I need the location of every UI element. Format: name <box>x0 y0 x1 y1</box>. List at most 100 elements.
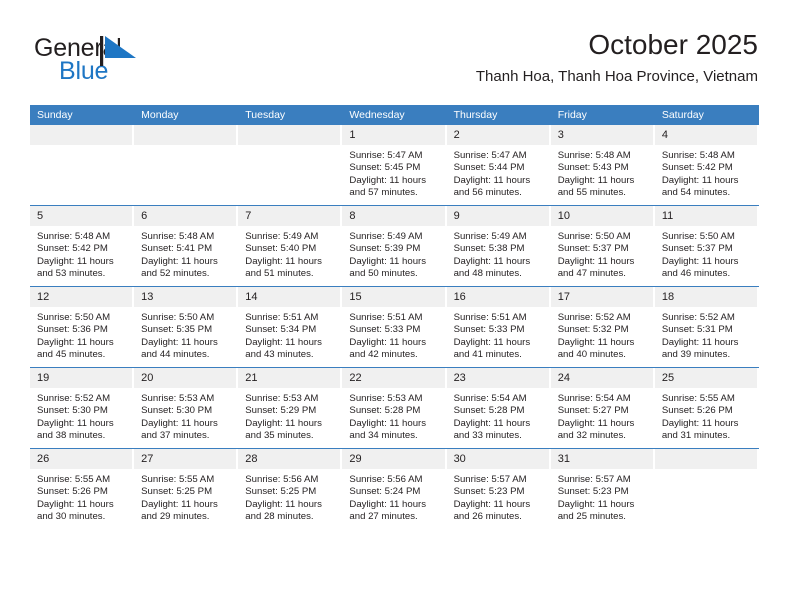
day-daylight-line2-text: and 48 minutes. <box>453 268 522 280</box>
calendar-day-cell[interactable]: 4 Sunrise: 5:48 AM Sunset: 5:42 PM Daylight… <box>654 125 759 206</box>
day-sunset-text: Sunset: 5:42 PM <box>661 162 733 174</box>
calendar-day-cell[interactable]: 25 Sunrise: 5:55 AM Sunset: 5:26 PM Dayligh… <box>654 367 759 449</box>
day-daylight-line2-text: and 50 minutes. <box>349 268 418 280</box>
day-daylight-line1-text: Daylight: 11 hours <box>661 417 739 429</box>
day-details: Sunrise: 5:49 AM Sunset: 5:40 PM Daylight:… <box>238 226 342 281</box>
day-details: Sunrise: 5:53 AM Sunset: 5:30 PM Daylight:… <box>134 388 238 443</box>
calendar-day-cell[interactable]: 19 Sunrise: 5:52 AM Sunset: 5:30 PM Dayligh… <box>30 367 135 449</box>
calendar-day-cell[interactable]: 31 Sunrise: 5:57 AM Sunset: 5:23 PM Dayligh… <box>550 448 655 529</box>
title-block: October 2025 Thanh Hoa, Thanh Hoa Provin… <box>476 28 758 88</box>
day-details: Sunrise: 5:48 AM Sunset: 5:43 PM Daylight:… <box>551 145 655 200</box>
day-daylight-line1-text: Daylight: 11 hours <box>141 255 218 267</box>
calendar-day-cell[interactable]: 20 Sunrise: 5:53 AM Sunset: 5:30 PM Dayligh… <box>134 367 239 449</box>
calendar-body: 1 Sunrise: 5:47 AM Sunset: 5:45 PM Daylight… <box>30 125 759 529</box>
brand-logo[interactable]: General Blue <box>34 34 224 90</box>
calendar-week-row: 12 Sunrise: 5:50 AM Sunset: 5:36 PM Dayligh… <box>30 286 759 368</box>
day-daylight-line1-text: Daylight: 11 hours <box>453 255 531 267</box>
calendar-page: General Blue October 2025 Thanh Hoa, Tha… <box>0 0 792 612</box>
day-daylight-line2-text: and 35 minutes. <box>245 430 314 442</box>
day-number: 25 <box>654 368 757 388</box>
calendar-week-row: 19 Sunrise: 5:52 AM Sunset: 5:30 PM Dayligh… <box>30 367 759 449</box>
calendar-day-cell[interactable]: 1 Sunrise: 5:47 AM Sunset: 5:45 PM Daylight… <box>342 125 446 206</box>
day-number: 29 <box>342 449 445 469</box>
day-sunset-text: Sunset: 5:28 PM <box>453 405 525 417</box>
day-number: 7 <box>238 206 341 226</box>
calendar-day-cell[interactable]: 5 Sunrise: 5:48 AM Sunset: 5:42 PM Daylight… <box>30 205 135 287</box>
day-sunrise-text: Sunrise: 5:47 AM <box>349 150 423 161</box>
day-number: 17 <box>550 287 653 307</box>
day-daylight-line1-text: Daylight: 11 hours <box>453 498 531 510</box>
calendar-day-cell[interactable]: 10 Sunrise: 5:50 AM Sunset: 5:37 PM Dayligh… <box>550 205 655 287</box>
day-details: Sunrise: 5:57 AM Sunset: 5:23 PM Daylight:… <box>551 469 655 524</box>
calendar-day-cell[interactable]: 2 Sunrise: 5:47 AM Sunset: 5:44 PM Daylight… <box>446 125 551 206</box>
calendar-day-cell[interactable]: 30 Sunrise: 5:57 AM Sunset: 5:23 PM Dayligh… <box>446 448 551 529</box>
calendar-day-cell[interactable]: 22 Sunrise: 5:53 AM Sunset: 5:28 PM Dayligh… <box>342 367 447 449</box>
calendar-day-cell[interactable]: 15 Sunrise: 5:51 AM Sunset: 5:33 PM Dayligh… <box>342 286 447 368</box>
day-number: 21 <box>238 368 341 388</box>
day-daylight-line2-text: and 46 minutes. <box>661 268 731 280</box>
calendar-day-cell[interactable]: 12 Sunrise: 5:50 AM Sunset: 5:36 PM Dayligh… <box>30 286 135 368</box>
day-sunrise-text: Sunrise: 5:48 AM <box>661 150 735 161</box>
triangle-flag-icon <box>100 36 138 66</box>
calendar-day-cell[interactable]: 13 Sunrise: 5:50 AM Sunset: 5:35 PM Dayligh… <box>134 286 239 368</box>
weekday-header-sunday: Sunday <box>30 105 135 125</box>
day-number: 4 <box>654 125 757 145</box>
day-details: Sunrise: 5:51 AM Sunset: 5:33 PM Daylight:… <box>342 307 446 362</box>
day-details: Sunrise: 5:52 AM Sunset: 5:30 PM Daylight:… <box>30 388 134 443</box>
calendar-day-cell[interactable]: 28 Sunrise: 5:56 AM Sunset: 5:25 PM Dayligh… <box>238 448 343 529</box>
calendar-week-row: 5 Sunrise: 5:48 AM Sunset: 5:42 PM Daylight… <box>30 205 759 287</box>
calendar-day-cell[interactable]: 3 Sunrise: 5:48 AM Sunset: 5:43 PM Daylight… <box>550 125 655 206</box>
weekday-header-wednesday: Wednesday <box>342 105 447 125</box>
day-number: 14 <box>238 287 341 307</box>
calendar-day-cell[interactable]: 16 Sunrise: 5:51 AM Sunset: 5:33 PM Dayligh… <box>446 286 551 368</box>
day-daylight-line2-text: and 27 minutes. <box>349 511 418 523</box>
calendar-day-cell[interactable]: 6 Sunrise: 5:48 AM Sunset: 5:41 PM Daylight… <box>134 205 239 287</box>
day-number <box>134 125 237 145</box>
day-details: Sunrise: 5:55 AM Sunset: 5:26 PM Daylight:… <box>30 469 134 524</box>
day-sunset-text: Sunset: 5:25 PM <box>141 486 213 498</box>
day-daylight-line1-text: Daylight: 11 hours <box>37 417 114 429</box>
calendar-day-cell[interactable]: 14 Sunrise: 5:51 AM Sunset: 5:34 PM Dayligh… <box>238 286 343 368</box>
calendar-day-cell[interactable]: 29 Sunrise: 5:56 AM Sunset: 5:24 PM Dayligh… <box>342 448 447 529</box>
calendar-day-cell[interactable]: 8 Sunrise: 5:49 AM Sunset: 5:39 PM Daylight… <box>342 205 447 287</box>
day-details: Sunrise: 5:49 AM Sunset: 5:38 PM Daylight:… <box>447 226 551 281</box>
day-sunrise-text: Sunrise: 5:50 AM <box>37 312 111 323</box>
calendar-day-cell[interactable]: 18 Sunrise: 5:52 AM Sunset: 5:31 PM Dayligh… <box>654 286 759 368</box>
calendar-day-cell[interactable]: 23 Sunrise: 5:54 AM Sunset: 5:28 PM Dayligh… <box>446 367 551 449</box>
calendar-day-cell[interactable]: 9 Sunrise: 5:49 AM Sunset: 5:38 PM Daylight… <box>446 205 551 287</box>
calendar-day-cell[interactable]: 11 Sunrise: 5:50 AM Sunset: 5:37 PM Dayligh… <box>654 205 759 287</box>
calendar-day-cell[interactable]: 21 Sunrise: 5:53 AM Sunset: 5:29 PM Dayligh… <box>238 367 343 449</box>
day-sunset-text: Sunset: 5:41 PM <box>141 243 213 255</box>
day-sunrise-text: Sunrise: 5:51 AM <box>245 312 319 323</box>
day-sunrise-text: Sunrise: 5:57 AM <box>557 474 631 485</box>
location-subtitle: Thanh Hoa, Thanh Hoa Province, Vietnam <box>475 68 758 85</box>
day-details: Sunrise: 5:50 AM Sunset: 5:35 PM Daylight:… <box>134 307 238 362</box>
day-sunset-text: Sunset: 5:26 PM <box>661 405 733 417</box>
calendar-week-row: 26 Sunrise: 5:55 AM Sunset: 5:26 PM Dayligh… <box>30 448 759 529</box>
calendar-day-cell[interactable]: 26 Sunrise: 5:55 AM Sunset: 5:26 PM Dayligh… <box>30 448 135 529</box>
calendar-day-cell[interactable]: 27 Sunrise: 5:55 AM Sunset: 5:25 PM Dayligh… <box>134 448 239 529</box>
page-header: General Blue October 2025 Thanh Hoa, Tha… <box>34 28 758 96</box>
day-sunset-text: Sunset: 5:45 PM <box>349 162 421 174</box>
day-sunrise-text: Sunrise: 5:56 AM <box>245 474 319 485</box>
day-daylight-line1-text: Daylight: 11 hours <box>141 417 218 429</box>
calendar-day-cell[interactable]: 17 Sunrise: 5:52 AM Sunset: 5:32 PM Dayligh… <box>550 286 655 368</box>
day-daylight-line2-text: and 31 minutes. <box>661 430 731 442</box>
day-sunset-text: Sunset: 5:40 PM <box>245 243 317 255</box>
day-sunset-text: Sunset: 5:39 PM <box>349 243 421 255</box>
day-daylight-line2-text: and 28 minutes. <box>245 511 314 523</box>
day-daylight-line2-text: and 37 minutes. <box>141 430 210 442</box>
day-number: 13 <box>134 287 237 307</box>
day-sunset-text: Sunset: 5:24 PM <box>349 486 421 498</box>
day-sunrise-text: Sunrise: 5:55 AM <box>661 393 735 404</box>
day-details: Sunrise: 5:49 AM Sunset: 5:39 PM Daylight:… <box>342 226 446 281</box>
day-daylight-line1-text: Daylight: 11 hours <box>453 417 531 429</box>
day-daylight-line1-text: Daylight: 11 hours <box>245 498 322 510</box>
calendar-day-cell[interactable]: 7 Sunrise: 5:49 AM Sunset: 5:40 PM Daylight… <box>238 205 343 287</box>
day-number: 16 <box>446 287 549 307</box>
calendar-day-cell[interactable]: 24 Sunrise: 5:54 AM Sunset: 5:27 PM Dayligh… <box>550 367 655 449</box>
day-number: 23 <box>446 368 549 388</box>
day-details: Sunrise: 5:52 AM Sunset: 5:31 PM Daylight:… <box>655 307 759 362</box>
day-details: Sunrise: 5:51 AM Sunset: 5:34 PM Daylight:… <box>238 307 342 362</box>
day-daylight-line2-text: and 29 minutes. <box>141 511 210 523</box>
